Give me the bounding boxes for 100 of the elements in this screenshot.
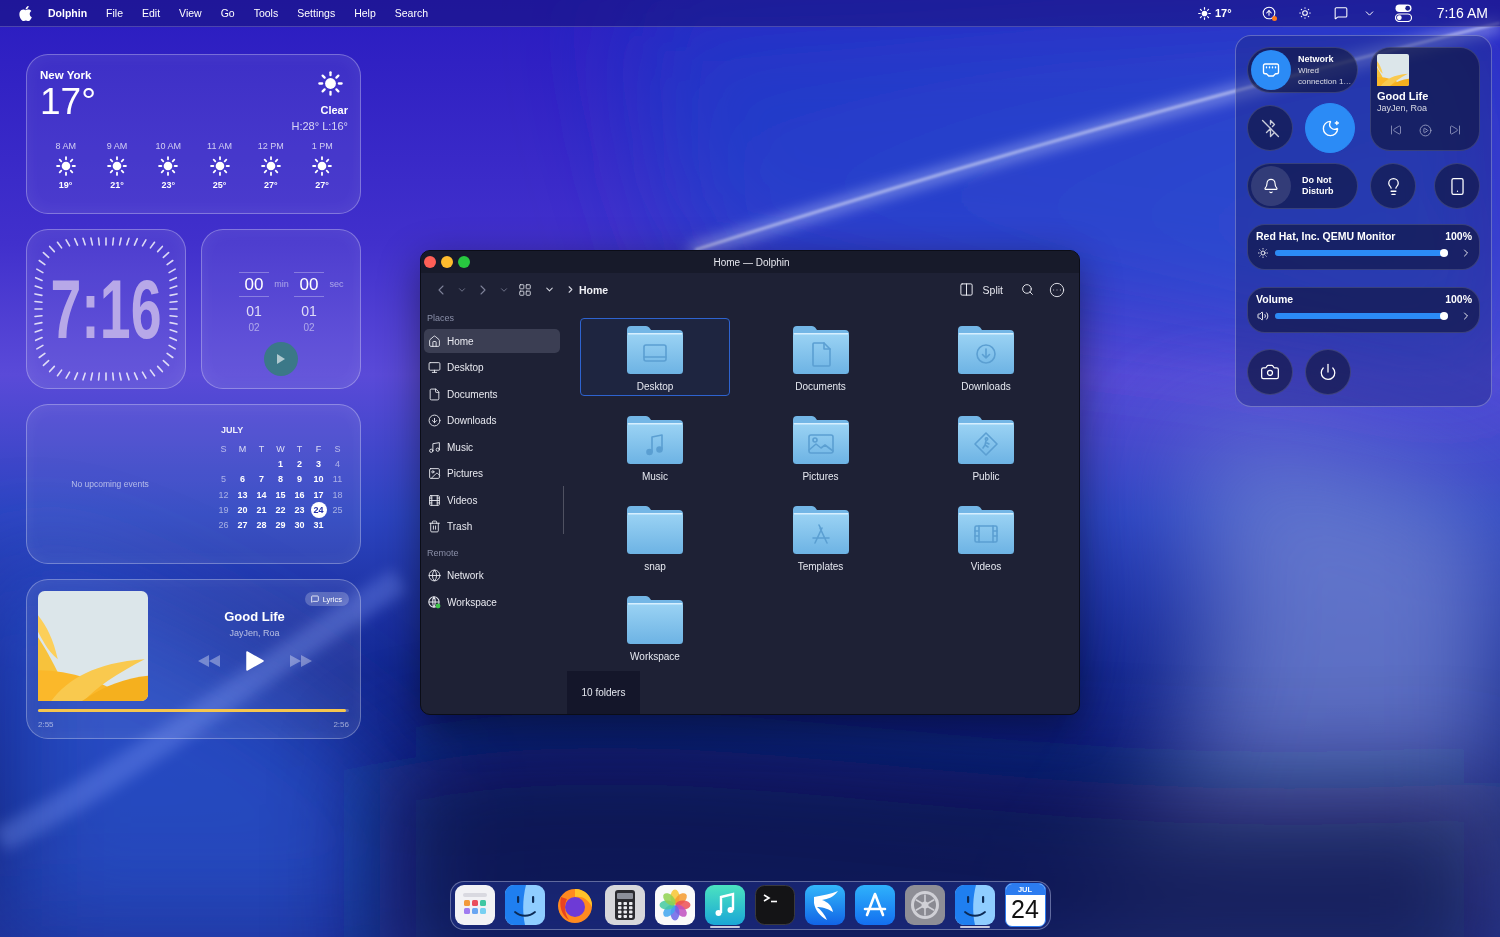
slider-thumb[interactable] bbox=[1440, 312, 1448, 320]
calendar-day[interactable]: 20 bbox=[234, 501, 251, 518]
menu-item[interactable]: Search bbox=[394, 6, 429, 20]
menu-clock: 7:16 AM bbox=[1436, 5, 1488, 21]
folder-item[interactable]: Pictures bbox=[745, 408, 896, 486]
split-button[interactable]: Split bbox=[958, 282, 1003, 297]
flower-icon[interactable] bbox=[654, 885, 695, 925]
calendar-day[interactable]: 31 bbox=[310, 517, 327, 534]
menu-item[interactable]: Settings bbox=[297, 6, 336, 20]
slider-track[interactable] bbox=[1275, 313, 1448, 319]
calendar-day[interactable]: 10 bbox=[310, 471, 327, 488]
template-folder-icon bbox=[791, 505, 850, 555]
smiling-face-icon[interactable] bbox=[954, 885, 995, 925]
logo-icon[interactable] bbox=[19, 5, 32, 21]
calendar-day[interactable]: 28 bbox=[253, 517, 270, 534]
timer-value[interactable]: 00 bbox=[239, 272, 269, 297]
gear-icon[interactable] bbox=[904, 885, 945, 925]
weather-status[interactable]: 17° bbox=[1198, 6, 1232, 20]
close-button[interactable] bbox=[424, 256, 436, 268]
brightness-icon[interactable] bbox=[1297, 6, 1312, 20]
calendar-day[interactable]: 27 bbox=[234, 517, 251, 534]
calendar-day[interactable]: 21 bbox=[253, 501, 270, 518]
a-glyph-icon[interactable] bbox=[854, 885, 895, 925]
upload-icon[interactable] bbox=[1261, 6, 1276, 20]
calendar-day[interactable]: 7 bbox=[253, 471, 270, 488]
sidebar-item[interactable]: Downloads bbox=[424, 408, 560, 433]
calendar-day[interactable]: 3 bbox=[310, 455, 327, 472]
folder-item[interactable]: snap bbox=[580, 498, 730, 576]
sidebar-item[interactable]: Workspace bbox=[424, 590, 560, 614]
speech-bubble-icon bbox=[310, 595, 319, 603]
sidebar-item[interactable]: Documents bbox=[424, 382, 560, 406]
calendar-day[interactable]: 2 bbox=[291, 455, 308, 472]
slider-label: Red Hat, Inc. QEMU Monitor bbox=[1256, 230, 1396, 243]
film-folder-icon bbox=[957, 505, 1015, 555]
menu-item[interactable]: View bbox=[179, 6, 202, 20]
folder-item[interactable]: Music bbox=[580, 408, 730, 486]
bird-icon[interactable] bbox=[804, 885, 845, 925]
play-icon[interactable] bbox=[1418, 124, 1432, 137]
sidebar-item[interactable]: Videos bbox=[424, 488, 560, 512]
bluetooth-toggle[interactable] bbox=[1247, 105, 1293, 151]
sidebar-item[interactable]: Trash bbox=[424, 514, 560, 539]
terminal-icon[interactable] bbox=[754, 885, 795, 925]
menu-item[interactable]: Help bbox=[354, 6, 376, 20]
brightness-icon bbox=[1257, 247, 1269, 259]
slider-track[interactable] bbox=[1275, 250, 1448, 256]
calendar-day[interactable]: 9 bbox=[291, 471, 308, 488]
calculator-icon[interactable] bbox=[604, 885, 645, 925]
app-menu[interactable]: Dolphin bbox=[48, 6, 88, 20]
document-folder-icon bbox=[791, 325, 850, 375]
bulb-button[interactable] bbox=[1370, 163, 1416, 209]
skip-back-icon[interactable] bbox=[1389, 124, 1402, 136]
phone-button[interactable] bbox=[1434, 163, 1480, 209]
sidebar-item[interactable]: Pictures bbox=[424, 461, 560, 486]
calendar-day[interactable]: 16 bbox=[291, 486, 308, 503]
folder-item[interactable]: Videos bbox=[911, 498, 1061, 576]
calendar-day[interactable]: 6 bbox=[234, 471, 251, 488]
minimize-button[interactable] bbox=[441, 256, 453, 268]
breadcrumb-item[interactable]: Home bbox=[579, 283, 609, 296]
clock-time: 7:16 bbox=[49, 267, 163, 351]
toggles-icon[interactable] bbox=[1394, 4, 1412, 22]
sidebar-item[interactable]: Home bbox=[424, 329, 560, 353]
calendar-day[interactable]: 23 bbox=[291, 501, 308, 518]
calendar-day[interactable]: 14 bbox=[253, 486, 270, 503]
app-grid-icon[interactable] bbox=[454, 885, 495, 925]
smiling-face-icon[interactable] bbox=[504, 885, 545, 925]
calendar-day[interactable]: 8 bbox=[272, 471, 289, 488]
slider-thumb[interactable] bbox=[1440, 249, 1448, 257]
folder-item[interactable]: Documents bbox=[745, 318, 896, 396]
folder-item[interactable]: Downloads bbox=[911, 318, 1061, 396]
menu-item[interactable]: Tools bbox=[253, 6, 279, 20]
calendar-day[interactable]: 13 bbox=[234, 486, 251, 503]
camera-button[interactable] bbox=[1247, 349, 1293, 395]
calendar-day[interactable]: 17 bbox=[310, 486, 327, 503]
timer-next-value: 01 bbox=[246, 303, 262, 319]
music-note-icon[interactable] bbox=[704, 885, 745, 925]
calendar-day[interactable]: 29 bbox=[272, 517, 289, 534]
menu-item[interactable]: File bbox=[106, 6, 123, 20]
calendar-day[interactable]: 1 bbox=[272, 455, 289, 472]
music-folder-icon bbox=[626, 415, 684, 465]
do-not-disturb-toggle[interactable] bbox=[1251, 166, 1291, 206]
calendar-day[interactable]: 30 bbox=[291, 517, 308, 534]
message-icon[interactable] bbox=[1333, 6, 1348, 20]
menu-item[interactable]: Go bbox=[220, 6, 235, 20]
fast-forward-icon[interactable] bbox=[289, 655, 312, 667]
folder-item[interactable]: Templates bbox=[745, 498, 896, 576]
skip-forward-icon[interactable] bbox=[1448, 124, 1461, 136]
maximize-button[interactable] bbox=[458, 256, 470, 268]
sidebar-item[interactable]: Music bbox=[424, 435, 560, 459]
folder-item[interactable]: Desktop bbox=[580, 318, 730, 396]
calendar-day[interactable]: 22 bbox=[272, 501, 289, 518]
calendar-day[interactable]: 15 bbox=[272, 486, 289, 503]
folder-item[interactable]: Workspace bbox=[580, 588, 730, 666]
power-button[interactable] bbox=[1305, 349, 1351, 395]
folder-item[interactable]: Public bbox=[911, 408, 1061, 486]
menu-item[interactable]: Edit bbox=[142, 6, 161, 20]
sidebar-item[interactable]: Network bbox=[424, 563, 560, 588]
sidebar-item[interactable]: Desktop bbox=[424, 355, 560, 380]
weekday-label: S bbox=[334, 443, 341, 454]
forecast-temperature: 19° bbox=[58, 180, 73, 191]
timer-value[interactable]: 00 bbox=[294, 272, 324, 297]
